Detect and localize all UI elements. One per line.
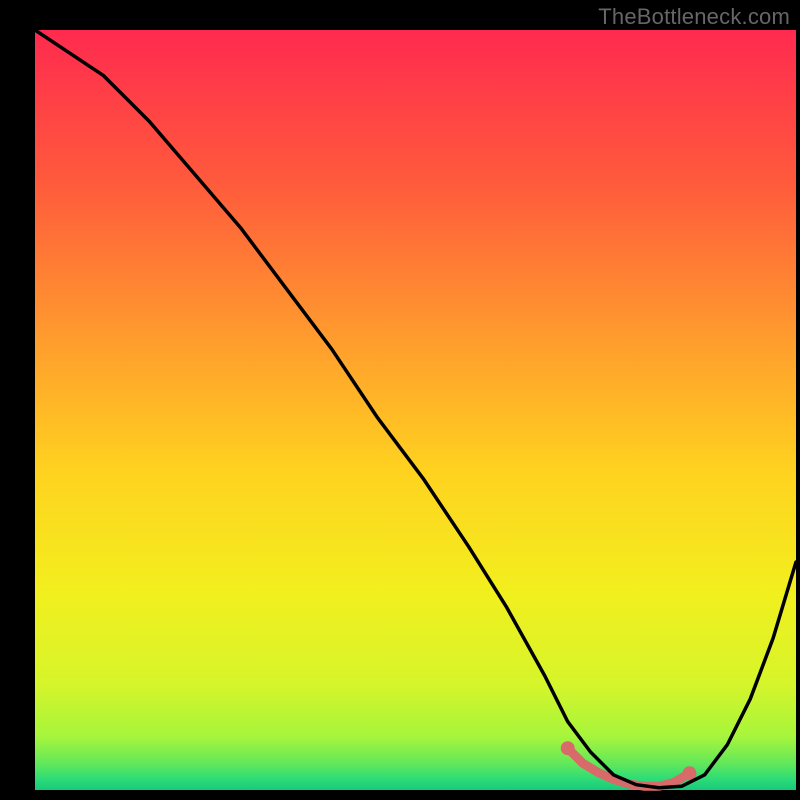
trough-highlight-marker: [561, 741, 575, 755]
watermark-text: TheBottleneck.com: [598, 4, 790, 30]
trough-highlight-marker: [594, 769, 602, 777]
plot-canvas: [0, 0, 800, 800]
chart-container: TheBottleneck.com: [0, 0, 800, 800]
plot-background: [35, 30, 796, 790]
trough-highlight-marker: [579, 759, 587, 767]
